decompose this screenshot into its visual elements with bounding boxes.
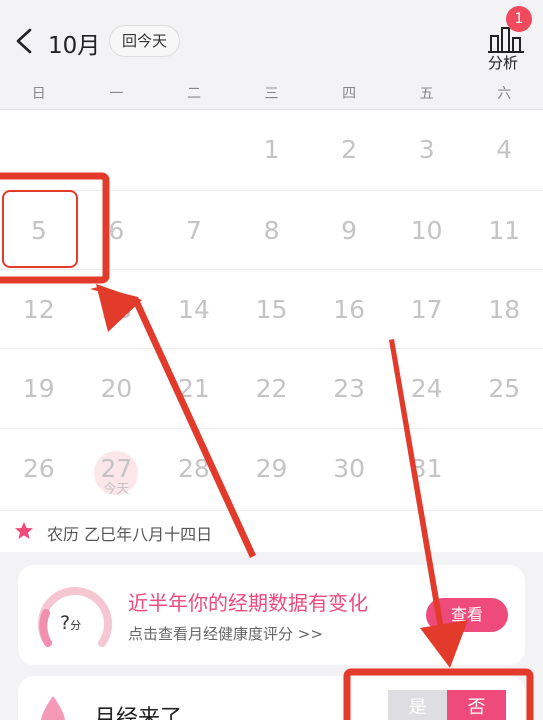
- calendar-day[interactable]: 17: [388, 270, 466, 348]
- weekday-label: 五: [419, 86, 434, 102]
- period-toggle: 是 否: [388, 690, 506, 720]
- calendar-day[interactable]: 4: [465, 110, 543, 189]
- notification-badge: 1: [506, 6, 532, 32]
- month-title[interactable]: 10月: [48, 26, 100, 60]
- weekday-label: 日: [31, 86, 46, 102]
- health-card-subtitle[interactable]: 点击查看月经健康度评分 >>: [128, 623, 323, 644]
- calendar-day[interactable]: 5: [0, 191, 78, 269]
- today-date: 27: [100, 454, 133, 483]
- calendar-day[interactable]: 12: [0, 270, 78, 348]
- calendar-day-empty: [0, 110, 78, 189]
- calendar-day[interactable]: 21: [155, 349, 233, 427]
- today-label: 今天: [103, 482, 130, 497]
- score-unit: 分: [70, 619, 82, 632]
- back-to-today-button[interactable]: 回今天: [109, 25, 181, 57]
- lunar-date-text: 农历 乙巳年八月十四日: [47, 525, 213, 544]
- calendar-day[interactable]: 15: [233, 270, 311, 348]
- week-row: 26 27 今天 28 29 30 31: [0, 428, 543, 507]
- calendar-day[interactable]: 6: [78, 191, 156, 269]
- week-row: 12 13 14 15 16 17 18: [0, 269, 543, 348]
- calendar-day[interactable]: 19: [0, 349, 78, 427]
- calendar-day[interactable]: 23: [310, 349, 388, 427]
- calendar-day[interactable]: 24: [388, 349, 466, 427]
- calendar-day[interactable]: 10: [388, 191, 466, 269]
- calendar-day[interactable]: 20: [78, 349, 156, 427]
- calendar-day[interactable]: 7: [155, 191, 233, 269]
- calendar-day-empty: [155, 110, 233, 189]
- calendar-day[interactable]: 16: [310, 270, 388, 348]
- weekday-label: 二: [186, 86, 201, 102]
- weekday-label: 六: [497, 86, 512, 102]
- calendar-day-empty: [78, 110, 156, 189]
- calendar-day[interactable]: 28: [155, 429, 233, 507]
- score-value: ?分: [60, 612, 81, 634]
- back-arrow-icon[interactable]: [12, 26, 38, 56]
- score-number: ?: [60, 612, 71, 634]
- toggle-yes-button[interactable]: 是: [388, 690, 447, 720]
- calendar-day[interactable]: 22: [233, 349, 311, 427]
- top-bar: 10月 回今天 分析 1: [0, 0, 543, 82]
- weekday-label: 三: [264, 86, 279, 102]
- period-started-label: 月经来了: [94, 706, 183, 720]
- week-row: 5 6 7 8 9 10 11: [0, 190, 543, 269]
- calendar-day[interactable]: 29: [233, 429, 311, 507]
- analysis-label: 分析: [488, 54, 519, 72]
- calendar-day-today[interactable]: 27 今天: [78, 429, 156, 507]
- calendar-day[interactable]: 25: [465, 349, 543, 427]
- weekday-label: 四: [342, 86, 357, 102]
- calendar-grid: 1 2 3 4 5 6 7 8 9 10 11 12 13 14 15 16 1…: [0, 110, 543, 510]
- calendar-day[interactable]: 18: [465, 270, 543, 348]
- calendar-day[interactable]: 3: [388, 110, 466, 189]
- health-card-title: 近半年你的经期数据有变化: [128, 591, 368, 615]
- calendar-day[interactable]: 11: [465, 191, 543, 269]
- calendar-day[interactable]: 26: [0, 429, 78, 507]
- weekday-header: 日 一 二 三 四 五 六: [0, 82, 543, 110]
- toggle-no-button[interactable]: 否: [447, 690, 506, 720]
- calendar-day[interactable]: 2: [310, 110, 388, 189]
- calendar-day[interactable]: 1: [233, 110, 311, 189]
- lunar-date-row: 农历 乙巳年八月十四日: [0, 510, 543, 552]
- calendar-day[interactable]: 13: [78, 270, 156, 348]
- weekday-label: 一: [109, 86, 124, 102]
- calendar-day[interactable]: 14: [155, 270, 233, 348]
- health-score-card[interactable]: ?分 近半年你的经期数据有变化 点击查看月经健康度评分 >> 查看: [18, 565, 525, 665]
- view-button[interactable]: 查看: [426, 598, 508, 632]
- calendar-day[interactable]: 9: [310, 191, 388, 269]
- period-started-card: 月经来了 是 否: [18, 676, 525, 720]
- drop-icon: [41, 696, 65, 720]
- week-row: 19 20 21 22 23 24 25: [0, 348, 543, 427]
- calendar-day[interactable]: 31: [388, 429, 466, 507]
- star-icon: [15, 522, 33, 539]
- calendar-day[interactable]: 8: [233, 191, 311, 269]
- week-row: 1 2 3 4: [0, 110, 543, 189]
- calendar-day-empty: [465, 429, 543, 507]
- calendar-day[interactable]: 30: [310, 429, 388, 507]
